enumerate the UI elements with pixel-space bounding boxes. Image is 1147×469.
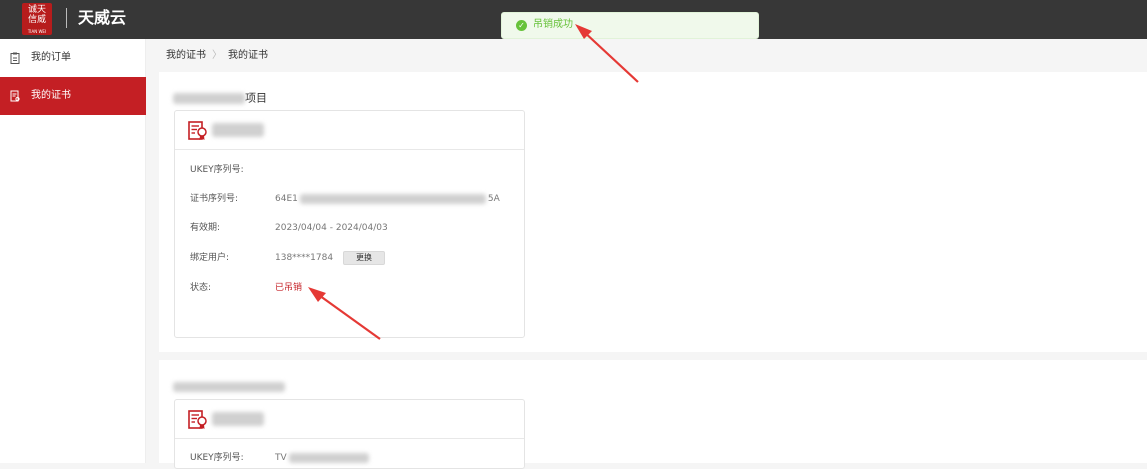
annotation-arrow bbox=[308, 287, 381, 340]
annotation-arrows bbox=[308, 24, 639, 340]
annotation-arrow bbox=[575, 24, 639, 83]
